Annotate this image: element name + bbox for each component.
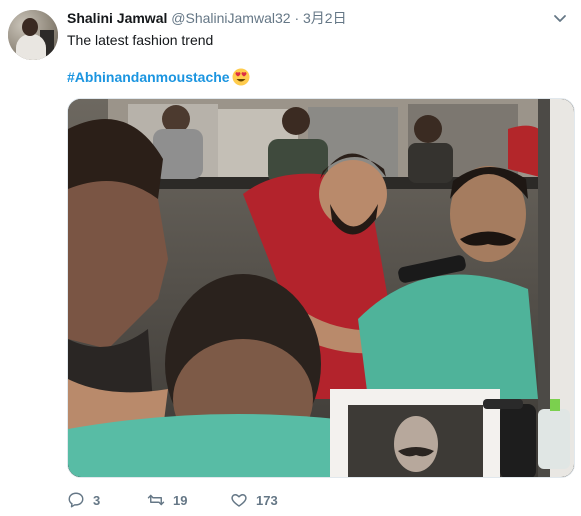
hashtag-line: #Abhinandanmoustache xyxy=(67,67,250,87)
heart-icon xyxy=(231,494,247,507)
reply-button[interactable]: 3 xyxy=(67,490,100,510)
tweet-photo[interactable] xyxy=(67,98,575,478)
barber-shop-photo xyxy=(68,99,574,477)
heart-eyes-emoji-icon xyxy=(232,68,250,86)
tweet-text: The latest fashion trend xyxy=(67,32,214,48)
retweet-count: 19 xyxy=(173,492,188,508)
tweet-date[interactable]: 3月2日 xyxy=(303,10,347,26)
avatar[interactable] xyxy=(8,10,58,60)
tweet-header: Shalini Jamwal @ShaliniJamwal32 · 3月2日 xyxy=(67,10,347,26)
retweet-icon xyxy=(147,494,165,506)
reply-icon xyxy=(68,492,84,508)
like-button[interactable]: 173 xyxy=(230,490,278,510)
hashtag-link[interactable]: #Abhinandanmoustache xyxy=(67,69,230,85)
chevron-down-icon[interactable] xyxy=(553,14,567,24)
retweet-button[interactable]: 19 xyxy=(147,490,187,510)
separator-dot: · xyxy=(294,10,300,26)
tweet-card[interactable]: Shalini Jamwal @ShaliniJamwal32 · 3月2日 T… xyxy=(0,0,581,516)
reply-count: 3 xyxy=(93,492,101,508)
author-name[interactable]: Shalini Jamwal xyxy=(67,10,167,26)
like-count: 173 xyxy=(256,492,278,508)
author-handle[interactable]: @ShaliniJamwal32 xyxy=(171,10,290,26)
